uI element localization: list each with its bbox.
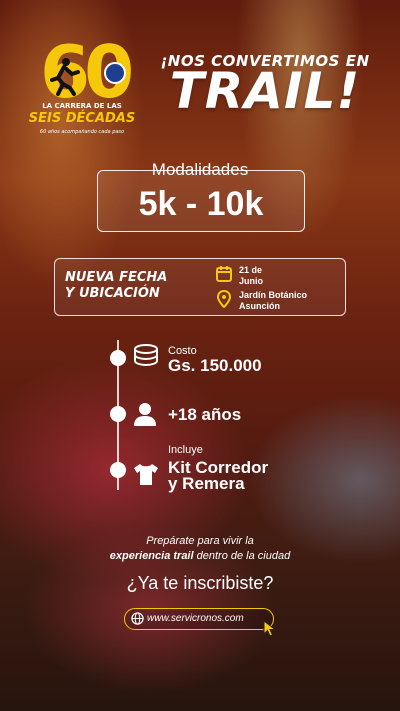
event-location: Jardín Botánico Asunción [239,290,307,312]
cursor-icon [263,620,277,637]
date-location-box: NUEVA FECHA Y UBICACIÓN 21 de Junio Jard… [54,258,346,316]
runner-icon [50,58,80,96]
date-location-title: NUEVA FECHA Y UBICACIÓN [65,270,205,302]
age-requirement: +18 años [168,405,242,424]
flag-badge [104,62,126,84]
includes-label: Incluye [168,444,203,456]
prepare-bold: experiencia trail [109,550,194,562]
title-line2: Y UBICACIÓN [65,286,160,301]
modalities-box: 5k - 10k [97,170,305,232]
headline-main: TRAIL! [169,62,361,120]
location-pin-icon [216,290,232,308]
includes-line2: y Remera [168,474,245,493]
tshirt-icon [134,464,158,485]
event-date: 21 de Junio [239,265,263,287]
timeline-dot [110,350,126,366]
timeline-dot [110,462,126,478]
place-line1: Jardín Botánico [239,290,308,300]
website-link[interactable]: www.servicronos.com [124,608,274,630]
prepare-line2: experiencia trail dentro de la ciudad [0,550,400,562]
person-icon [134,403,156,426]
timeline-dot [110,406,126,422]
prepare-rest: dentro de la ciudad [193,550,291,562]
event-logo: 60 LA CARRERA DE LAS SEIS DÉCADAS 60 año… [22,36,142,146]
globe-icon [131,612,144,625]
coins-icon [134,344,158,367]
website-url: www.servicronos.com [147,613,244,624]
logo-tagline: 60 años acompañando cada paso [39,129,125,135]
calendar-icon [216,266,232,282]
prepare-line1: Prepárate para vivir la [146,535,254,547]
logo-line1: LA CARRERA DE LAS [42,102,122,110]
title-line1: NUEVA FECHA [65,270,168,285]
modalities-value: 5k - 10k [138,185,264,223]
place-line2: Asunción [239,301,281,311]
signup-question: ¿Ya te inscribiste? [126,573,274,593]
logo-line2: SEIS DÉCADAS [28,111,136,126]
cost-value: Gs. 150.000 [168,356,262,375]
date-line2: Junio [239,276,263,286]
date-line1: 21 de [239,265,263,275]
